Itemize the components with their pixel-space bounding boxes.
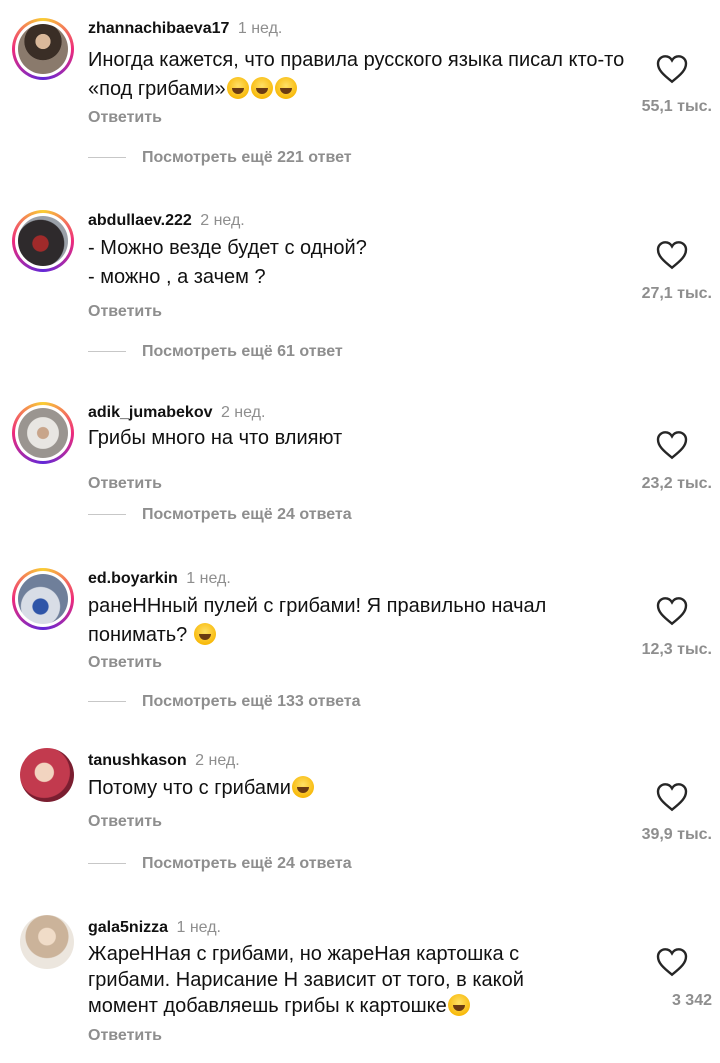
- comment-header: gala5nizza 1 нед.: [88, 917, 221, 939]
- heart-outline-icon[interactable]: [656, 240, 688, 270]
- username[interactable]: gala5nizza: [88, 919, 168, 936]
- comment-text: Грибы много на что влияют: [88, 427, 343, 449]
- like-count: 39,9 тыс.: [641, 826, 712, 843]
- comment-body: Потому что с грибами: [88, 777, 291, 799]
- view-replies-label: Посмотреть ещё 221 ответ: [142, 149, 352, 166]
- username[interactable]: abdullaev.222: [88, 212, 192, 229]
- avatar[interactable]: [12, 402, 74, 464]
- like-count: 12,3 тыс.: [641, 641, 712, 658]
- reply-button[interactable]: Ответить: [88, 1027, 162, 1045]
- laughing-emoji-icon: [193, 623, 216, 645]
- reply-button[interactable]: Ответить: [88, 475, 162, 493]
- username[interactable]: tanushkason: [88, 752, 187, 769]
- comment-header: abdullaev.222 2 нед.: [88, 210, 245, 232]
- rofl-emoji-icon: [274, 77, 297, 99]
- heart-outline-icon[interactable]: [656, 596, 688, 626]
- timestamp: 2 нед.: [195, 752, 240, 769]
- avatar-photo: [18, 408, 68, 458]
- avatar[interactable]: [12, 210, 74, 272]
- comment-text: - Можно везде будет с одной? - можно , а…: [88, 234, 628, 292]
- avatar-photo: [20, 748, 74, 802]
- divider: [88, 701, 126, 703]
- divider: [88, 514, 126, 516]
- reply-button[interactable]: Ответить: [88, 654, 162, 672]
- comment-header: ed.boyarkin 1 нед.: [88, 568, 231, 590]
- comment-text: ЖареННая с грибами, но жареНая картошка …: [88, 941, 568, 1019]
- avatar[interactable]: [12, 18, 74, 80]
- timestamp: 2 нед.: [200, 212, 245, 229]
- view-replies-label: Посмотреть ещё 133 ответа: [142, 693, 361, 710]
- view-replies-button[interactable]: Посмотреть ещё 133 ответа: [88, 693, 361, 715]
- view-replies-label: Посмотреть ещё 61 ответ: [142, 343, 343, 360]
- view-replies-button[interactable]: Посмотреть ещё 24 ответа: [88, 506, 352, 528]
- view-replies-button[interactable]: Посмотреть ещё 221 ответ: [88, 149, 352, 171]
- comment-line: - можно , а зачем ?: [88, 266, 266, 288]
- reply-button[interactable]: Ответить: [88, 303, 162, 321]
- comment-line: - Можно везде будет с одной?: [88, 237, 367, 259]
- view-replies-label: Посмотреть ещё 24 ответа: [142, 855, 352, 872]
- reply-button[interactable]: Ответить: [88, 813, 162, 831]
- grinning-emoji-icon: [447, 994, 470, 1016]
- like-count: 3 342: [671, 992, 712, 1009]
- avatar-photo: [18, 24, 68, 74]
- username[interactable]: adik_jumabekov: [88, 404, 213, 421]
- timestamp: 1 нед.: [237, 20, 283, 37]
- like-count: 55,1 тыс.: [641, 98, 712, 115]
- rofl-emoji-icon: [226, 77, 249, 99]
- divider: [88, 863, 126, 865]
- rofl-emoji-icon: [291, 776, 314, 798]
- like-count: 27,1 тыс.: [641, 285, 712, 302]
- timestamp: 2 нед.: [220, 404, 266, 421]
- comment-header: zhannachibaeva17 1 нед.: [88, 18, 282, 40]
- divider: [88, 157, 126, 159]
- comment-text: ранеННный пулей с грибами! Я правильно н…: [88, 592, 608, 650]
- like-count: 23,2 тыс.: [641, 475, 712, 492]
- view-replies-button[interactable]: Посмотреть ещё 61 ответ: [88, 343, 343, 365]
- comment-body: Иногда кажется, что правила русского язы…: [88, 49, 625, 100]
- heart-outline-icon[interactable]: [656, 430, 688, 460]
- view-replies-label: Посмотреть ещё 24 ответа: [142, 506, 352, 523]
- avatar[interactable]: [20, 748, 74, 802]
- avatar-photo: [18, 216, 68, 266]
- comments-list: zhannachibaeva17 1 нед. Иногда кажется, …: [0, 0, 720, 1063]
- heart-outline-icon[interactable]: [656, 54, 688, 84]
- username[interactable]: ed.boyarkin: [88, 570, 178, 587]
- heart-outline-icon[interactable]: [656, 947, 688, 977]
- rofl-emoji-icon: [250, 77, 273, 99]
- comment-header: tanushkason 2 нед.: [88, 750, 240, 772]
- avatar-photo: [18, 574, 68, 624]
- comment-header: adik_jumabekov 2 нед.: [88, 402, 265, 424]
- timestamp: 1 нед.: [186, 570, 231, 587]
- comment-text: Иногда кажется, что правила русского язы…: [88, 46, 628, 104]
- timestamp: 1 нед.: [176, 919, 221, 936]
- comment-body: ранеННный пулей с грибами! Я правильно н…: [88, 595, 547, 646]
- reply-button[interactable]: Ответить: [88, 109, 162, 127]
- comment-text: Потому что с грибами: [88, 774, 628, 803]
- avatar[interactable]: [12, 568, 74, 630]
- view-replies-button[interactable]: Посмотреть ещё 24 ответа: [88, 855, 352, 877]
- username[interactable]: zhannachibaeva17: [88, 20, 229, 37]
- divider: [88, 351, 126, 353]
- avatar[interactable]: [20, 915, 74, 969]
- avatar-photo: [20, 915, 74, 969]
- heart-outline-icon[interactable]: [656, 782, 688, 812]
